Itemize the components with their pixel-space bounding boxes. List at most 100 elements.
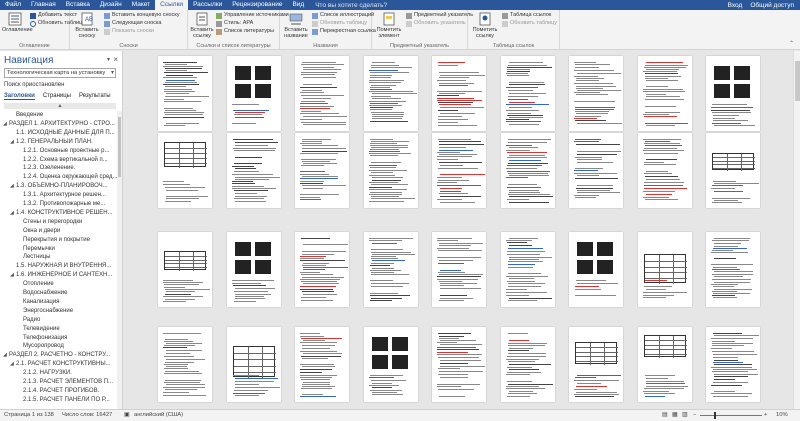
ribbon-tab-0[interactable]: Файл <box>0 0 26 10</box>
nav-heading-item[interactable]: 2.1.3. РАСЧЕТ ЭЛЕМЕНТОВ П... <box>0 378 117 387</box>
page-thumbnail[interactable] <box>569 56 623 131</box>
page-thumbnail[interactable] <box>500 56 555 131</box>
tell-me-box[interactable]: Что вы хотите сделать? <box>315 2 387 9</box>
page-thumbnail[interactable] <box>226 232 281 307</box>
page-thumbnail[interactable] <box>158 133 212 208</box>
nav-heading-item[interactable]: 2.1.5. РАСЧЕТ ПАНЕЛИ ПО Р... <box>0 396 117 405</box>
mark-entry-button[interactable]: Пометить элемент <box>374 12 404 39</box>
nav-heading-item[interactable]: 1.1. ИСХОДНЫЕ ДАННЫЕ ДЛЯ П... <box>0 129 117 138</box>
nav-options-icon[interactable]: ▾ <box>107 56 110 63</box>
page-thumbnail[interactable] <box>706 232 760 307</box>
page-thumbnail[interactable] <box>295 232 349 307</box>
cross-reference-button[interactable]: Перекрестная ссылка <box>312 28 376 35</box>
proofing-icon[interactable]: ▣ <box>124 410 129 421</box>
nav-heading-item[interactable]: Лестницы <box>0 253 117 262</box>
nav-search-input[interactable]: Технологическая карта на установку ▾ <box>4 68 116 78</box>
nav-heading-item[interactable]: ◢ РАЗДЕЛ 1. АРХИТЕКТУРНО - СТРО... <box>0 120 117 129</box>
page-thumbnail[interactable] <box>226 133 281 208</box>
update-toa-button[interactable]: Обновить таблицу <box>502 20 557 27</box>
page-thumbnail[interactable] <box>295 56 349 131</box>
page-thumbnail[interactable] <box>569 232 623 307</box>
sign-in-link[interactable]: Вход <box>728 2 743 9</box>
nav-heading-item[interactable]: Отопление <box>0 280 117 289</box>
zoom-level[interactable]: 10% <box>776 410 788 421</box>
close-icon[interactable]: × <box>113 55 118 64</box>
page-thumbnail[interactable] <box>363 327 418 402</box>
page-thumbnail[interactable] <box>295 327 349 402</box>
page-thumbnail[interactable] <box>500 133 555 208</box>
page-thumbnail[interactable] <box>637 56 692 131</box>
nav-heading-item[interactable]: 1.3.1. Архитектурное решен... <box>0 191 117 200</box>
page-thumbnail[interactable] <box>500 327 555 402</box>
ribbon-tab-7[interactable]: Рецензирование <box>227 0 287 10</box>
collapse-ribbon-icon[interactable]: ⌃ <box>789 40 794 47</box>
insert-endnote-button[interactable]: Вставить концевую сноску <box>104 12 180 19</box>
nav-heading-item[interactable]: 1.5. НАРУЖНАЯ И ВНУТРЕННЯ... <box>0 262 117 271</box>
web-layout-icon[interactable]: ▥ <box>682 410 687 421</box>
ribbon-tab-6[interactable]: Рассылки <box>188 0 227 10</box>
nav-heading-item[interactable]: Перемычки <box>0 245 117 254</box>
page-thumbnail[interactable] <box>706 56 760 131</box>
nav-heading-item[interactable]: Перекрытия и покрытие <box>0 236 117 245</box>
manage-sources-button[interactable]: Управление источниками <box>216 12 289 19</box>
page-thumbnail[interactable] <box>363 56 418 131</box>
page-thumbnail[interactable] <box>637 327 692 402</box>
toc-button[interactable]: Оглавление <box>2 12 33 33</box>
tab-pages[interactable]: Страницы <box>43 93 71 100</box>
nav-heading-item[interactable]: Окна и двери <box>0 227 117 236</box>
insert-footnote-button[interactable]: AB Вставить сноску <box>72 12 102 39</box>
nav-heading-item[interactable]: 2.1.4. РАСЧЕТ ПРОГИБОВ. <box>0 387 117 396</box>
page-thumbnail[interactable] <box>158 327 212 402</box>
ribbon-tab-8[interactable]: Вид <box>287 0 309 10</box>
nav-scroll-thumb[interactable] <box>118 117 121 177</box>
read-mode-icon[interactable]: ▤ <box>662 410 667 421</box>
nav-heading-item[interactable]: ◢ РАЗДЕЛ 2. РАСЧЕТНО - КОНСТРУ... <box>0 351 117 360</box>
word-count[interactable]: Число слов: 16427 <box>62 410 112 421</box>
doc-scroll-thumb[interactable] <box>795 61 800 101</box>
page-thumbnail[interactable] <box>226 327 281 402</box>
ribbon-tab-3[interactable]: Дизайн <box>95 0 127 10</box>
print-layout-icon[interactable]: ▦ <box>672 410 677 421</box>
insert-caption-button[interactable]: Вставить название <box>282 12 310 39</box>
nav-heading-item[interactable]: ◢ 1.2. ГЕНЕРАЛЬНЫЙ ПЛАН. <box>0 138 117 147</box>
insert-citation-button[interactable]: Вставить ссылку <box>190 12 214 39</box>
ribbon-tab-4[interactable]: Макет <box>127 0 155 10</box>
nav-heading-item[interactable]: Введение <box>0 111 117 120</box>
page-thumbnail[interactable] <box>432 327 486 402</box>
update-index-button[interactable]: Обновить указатель <box>406 20 466 27</box>
nav-scrollbar[interactable] <box>117 111 122 409</box>
page-thumbnail[interactable] <box>637 232 692 307</box>
page-thumbnail[interactable] <box>158 56 212 131</box>
zoom-in-icon[interactable]: + <box>764 410 767 421</box>
zoom-slider[interactable] <box>700 415 762 416</box>
nav-heading-item[interactable]: 1.3.2. Противопожарные ме... <box>0 200 117 209</box>
nav-heading-item[interactable]: Водоснабжение <box>0 289 117 298</box>
tab-results[interactable]: Результаты <box>79 93 111 100</box>
scroll-up-arrow-icon[interactable]: ▲ <box>4 103 116 109</box>
ribbon-tab-5[interactable]: Ссылки <box>155 0 189 10</box>
page-thumbnail[interactable] <box>158 232 212 307</box>
next-footnote-button[interactable]: Следующая сноска <box>104 20 161 27</box>
page-thumbnail[interactable] <box>706 133 760 208</box>
mark-citation-button[interactable]: Пометить ссылку <box>470 12 500 39</box>
language-indicator[interactable]: английский (США) <box>134 410 183 421</box>
page-thumbnail[interactable] <box>569 327 623 402</box>
bibliography-button[interactable]: Список литературы <box>216 28 274 35</box>
nav-heading-item[interactable]: Энергоснабжение <box>0 307 117 316</box>
table-of-figures-button[interactable]: Список иллюстраций <box>312 12 374 19</box>
zoom-slider-thumb[interactable] <box>714 412 716 419</box>
page-thumbnail[interactable] <box>295 133 349 208</box>
page-thumbnail[interactable] <box>363 133 418 208</box>
nav-heading-item[interactable]: ◢ 2.1. РАСЧЕТ КОНСТРУКТИВНЫ... <box>0 360 117 369</box>
search-dropdown-icon[interactable]: ▾ <box>111 69 114 77</box>
document-pages-area[interactable] <box>124 51 793 409</box>
update-figures-button[interactable]: Обновить таблицу <box>312 20 367 27</box>
nav-heading-item[interactable]: ◢ 1.4. КОНСТРУКТИВНОЕ РЕШЕН... <box>0 209 117 218</box>
insert-index-button[interactable]: Предметный указатель <box>406 12 473 19</box>
page-thumbnail[interactable] <box>363 232 418 307</box>
zoom-out-icon[interactable]: − <box>693 410 696 421</box>
nav-heading-item[interactable]: Мусоропровод <box>0 342 117 351</box>
page-thumbnail[interactable] <box>432 133 486 208</box>
page-thumbnail[interactable] <box>637 133 692 208</box>
nav-heading-item[interactable]: Радио <box>0 316 117 325</box>
